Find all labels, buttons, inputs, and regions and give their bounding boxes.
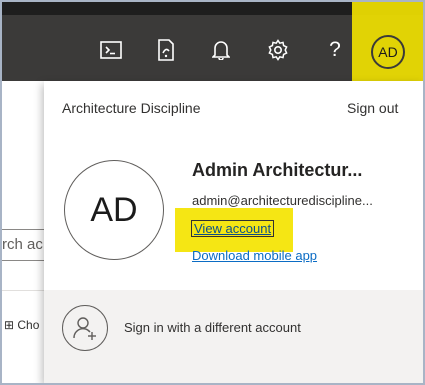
user-email: admin@architecturediscipline... xyxy=(192,193,373,208)
switch-account-footer: Sign in with a different account xyxy=(44,290,423,383)
background-choose-text: Cho xyxy=(17,318,40,332)
background-divider xyxy=(2,290,44,291)
account-avatar-button[interactable]: AD xyxy=(371,35,405,69)
help-icon[interactable]: ? xyxy=(323,38,347,62)
settings-icon[interactable] xyxy=(266,38,290,62)
view-account-link[interactable]: View account xyxy=(191,220,275,237)
notifications-icon[interactable] xyxy=(209,38,233,62)
switch-account-link[interactable]: Sign in with a different account xyxy=(124,320,301,335)
user-display-name: Admin Architectur... xyxy=(192,160,363,180)
cloud-shell-icon[interactable] xyxy=(99,38,123,62)
columns-icon: ⊞ xyxy=(4,318,18,332)
background-search-text: rch ac xyxy=(2,236,43,253)
user-avatar: AD xyxy=(64,160,164,260)
add-account-icon[interactable] xyxy=(62,305,108,351)
sign-out-link[interactable]: Sign out xyxy=(347,100,398,116)
organization-name: Architecture Discipline xyxy=(62,100,201,116)
background-search-input[interactable]: rch ac xyxy=(2,229,46,261)
background-choose-item[interactable]: ⊞ Cho xyxy=(4,318,39,332)
feedback-icon[interactable] xyxy=(154,38,178,62)
download-mobile-app-link[interactable]: Download mobile app xyxy=(192,248,317,263)
account-manager-panel: Architecture Discipline Sign out AD Admi… xyxy=(44,81,423,383)
